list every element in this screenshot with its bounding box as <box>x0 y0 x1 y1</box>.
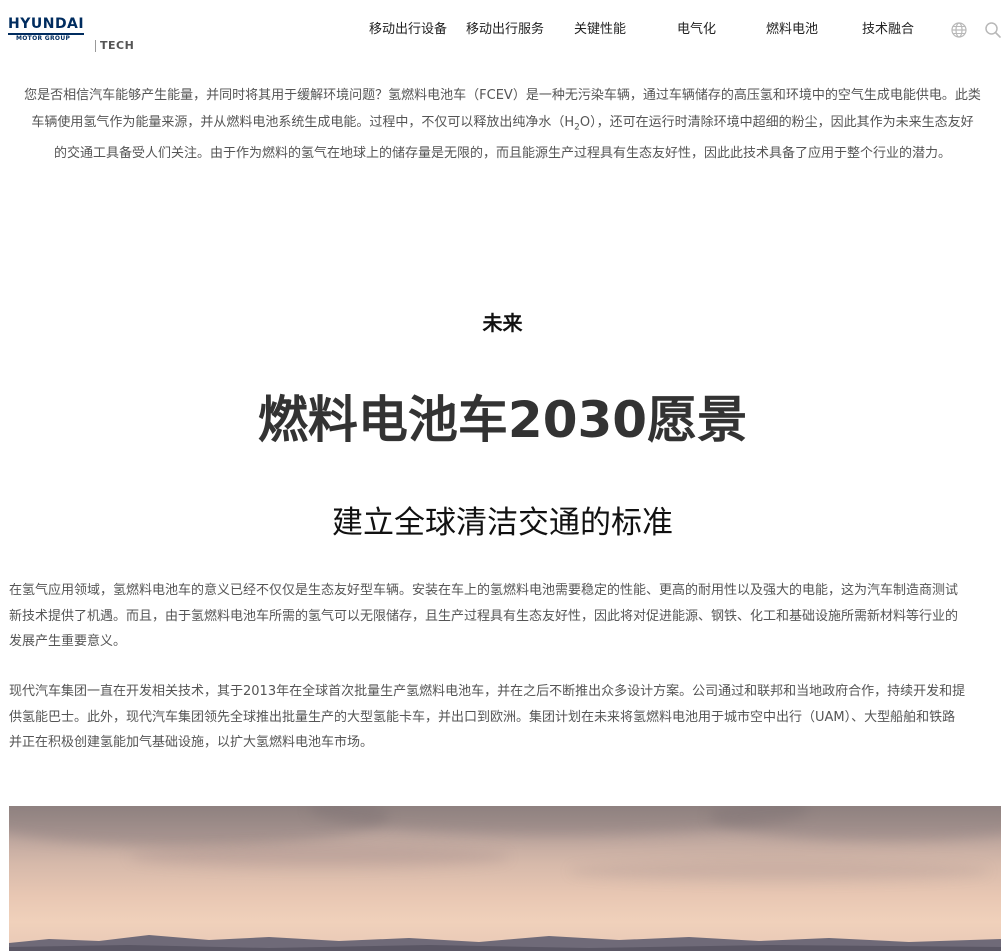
paragraph-line: 发展产生重要意义。 <box>9 634 127 649</box>
paragraph-line: 并正在积极创建氢能加气基础设施，以扩大氢燃料电池车市场。 <box>9 735 374 750</box>
intro-line: 车辆使用氢气作为能量来源，并从燃料电池系统生成电能。过程中，不仅可以释放出纯净水… <box>0 110 1005 141</box>
hills-silhouette <box>9 935 1001 951</box>
intro-line-part: 车辆使用氢气作为能量来源，并从燃料电池系统生成电能。过程中，不仅可以释放出纯净水… <box>31 114 575 130</box>
logo-subtitle: MOTOR GROUP <box>16 35 71 42</box>
hero-image-sunset <box>9 806 1001 951</box>
paragraph-line: 新技术提供了机遇。而且，由于氢燃料电池车所需的氢气可以无限储存，且生产过程具有生… <box>9 608 959 624</box>
logo-tech: TECH <box>94 39 135 52</box>
site-header: HYUNDAI MOTOR GROUP TECH 移动出行设备 移动出行服务 关… <box>0 0 1005 60</box>
logo-brand: HYUNDAI <box>8 16 85 32</box>
section-label: 未来 <box>482 311 523 335</box>
page-title: 燃料电池车2030愿景 <box>257 391 748 449</box>
page-subtitle: 建立全球清洁交通的标准 <box>332 505 673 541</box>
hyundai-logo[interactable]: HYUNDAI MOTOR GROUP TECH <box>8 16 134 52</box>
search-icon[interactable] <box>984 21 1002 39</box>
intro-line: 您是否相信汽车能够产生能量，并同时将其用于缓解环境问题？氢燃料电池车（FCEV）… <box>24 88 981 103</box>
paragraph-line: 在氢气应用领域，氢燃料电池车的意义已经不仅仅是生态友好型车辆。安装在车上的氢燃料… <box>9 583 959 598</box>
intro-line: 的交通工具备受人们关注。由于作为燃料的氢气在地球上的储存量是无限的，而且能源生产… <box>53 145 951 161</box>
cloud-shape <box>709 806 1001 841</box>
paragraph-hyundai-development: 现代汽车集团一直在开发相关技术，其于2013年在全球首次批量生产氢燃料电池车，并… <box>9 679 1001 756</box>
cloud-shape <box>129 846 509 868</box>
globe-icon[interactable] <box>950 21 968 39</box>
nav-item-electrification[interactable]: 电气化 <box>677 21 716 39</box>
nav-item-mobility-devices[interactable]: 移动出行设备 <box>369 21 447 39</box>
intro-text: 您是否相信汽车能够产生能量，并同时将其用于缓解环境问题？氢燃料电池车（FCEV）… <box>0 83 1005 167</box>
paragraph-line: 现代汽车集团一直在开发相关技术，其于2013年在全球首次批量生产氢燃料电池车，并… <box>9 684 966 699</box>
nav-item-mobility-services[interactable]: 移动出行服务 <box>466 21 544 39</box>
nav-item-fuel-cell[interactable]: 燃料电池 <box>766 21 818 39</box>
intro-line-part: O），还可在运行时清除环境中超细的粉尘，因此其作为未来生态友好 <box>579 114 974 130</box>
cloud-shape <box>569 861 989 881</box>
paragraph-hydrogen-application: 在氢气应用领域，氢燃料电池车的意义已经不仅仅是生态友好型车辆。安装在车上的氢燃料… <box>9 578 1001 655</box>
nav-item-key-performance[interactable]: 关键性能 <box>574 21 626 39</box>
paragraph-line: 供氢能巴士。此外，现代汽车集团领先全球推出批量生产的大型氢能卡车，并出口到欧洲。… <box>9 709 956 725</box>
nav-item-tech-convergence[interactable]: 技术融合 <box>862 21 914 39</box>
